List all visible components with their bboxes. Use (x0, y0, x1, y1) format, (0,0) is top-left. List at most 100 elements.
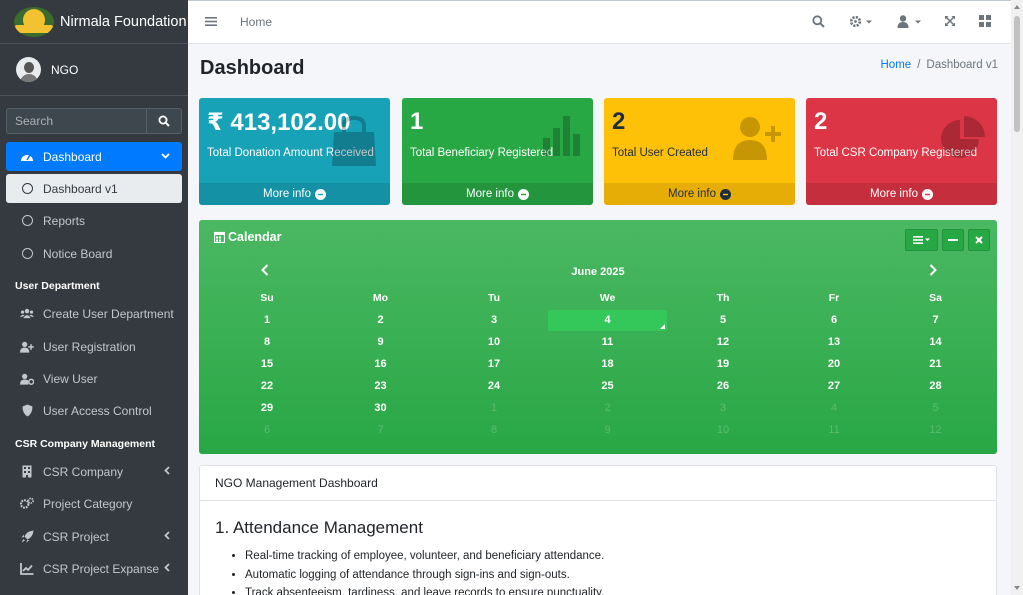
fullscreen-icon[interactable] (944, 15, 956, 30)
calendar-day[interactable]: 9 (324, 336, 437, 348)
calendar-day-outside[interactable]: 4 (782, 402, 886, 414)
search-button[interactable] (147, 108, 182, 134)
calendar-title-label: Calendar (228, 230, 282, 244)
chevron-right-icon (929, 264, 937, 276)
calendar-week-row: 15 16 17 18 19 20 21 (210, 353, 985, 375)
settings-dropdown[interactable] (849, 15, 873, 31)
weekday-label: Th (716, 292, 730, 304)
search-icon[interactable] (812, 15, 825, 31)
search-icon (158, 115, 170, 127)
calendar-day[interactable]: 20 (782, 358, 886, 370)
calendar-day[interactable]: 15 (210, 358, 324, 370)
calendar-day[interactable]: 7 (886, 314, 985, 326)
sidebar-item-notice-board[interactable]: Notice Board (6, 239, 182, 268)
calendar-day[interactable]: 25 (551, 380, 664, 392)
more-info-link[interactable]: More info (402, 183, 593, 205)
tachometer-icon (20, 151, 34, 163)
nav-header-csr: CSR Company Management (15, 438, 156, 450)
calendar-day-outside[interactable]: 7 (324, 424, 437, 436)
sidebar-item-label: User Registration (43, 339, 136, 354)
calendar-day[interactable]: 12 (664, 336, 782, 348)
stat-value: ₹ 413,102.00 (207, 109, 351, 136)
calendar-week-row: 6 7 8 9 10 11 12 (210, 419, 985, 441)
sidebar-item-user-registration[interactable]: User Registration (6, 332, 182, 361)
calendar-day-outside[interactable]: 10 (664, 424, 782, 436)
calendar-next-button[interactable] (929, 264, 937, 279)
calendar-day[interactable]: 17 (437, 358, 551, 370)
calendar-collapse-button[interactable] (942, 229, 964, 251)
calendar-menu-button[interactable] (905, 229, 938, 251)
calendar-day-outside[interactable]: 2 (551, 402, 664, 414)
sidebar-item-csr-project[interactable]: CSR Project (6, 522, 182, 551)
calendar-day[interactable]: 30 (324, 402, 437, 414)
calendar-day[interactable]: 5 (664, 314, 782, 326)
top-navbar: Home (188, 0, 1011, 44)
more-info-link[interactable]: More info (604, 183, 795, 205)
calendar-day-outside[interactable]: 6 (210, 424, 324, 436)
sidebar-item-user-access-control[interactable]: User Access Control (6, 396, 182, 425)
brand-link[interactable]: Nirmala Foundation (0, 0, 188, 44)
grid-icon[interactable] (979, 15, 991, 30)
user-dropdown[interactable] (897, 15, 922, 31)
calendar-day[interactable]: 24 (437, 380, 551, 392)
sidebar-item-label: CSR Company (43, 464, 124, 479)
calendar-day-outside[interactable]: 1 (437, 402, 551, 414)
calendar-day[interactable]: 22 (210, 380, 324, 392)
pie-chart-icon (939, 116, 985, 165)
circle-icon (21, 183, 33, 194)
calendar-day-today[interactable]: 4 (548, 309, 667, 331)
calendar-day[interactable]: 16 (324, 358, 437, 370)
calendar-day[interactable]: 10 (437, 336, 551, 348)
users-icon (20, 308, 34, 319)
calendar-day[interactable]: 13 (782, 336, 886, 348)
more-info-link[interactable]: More info (806, 183, 997, 205)
calendar-day[interactable]: 1 (210, 314, 324, 326)
calendar-day[interactable]: 26 (664, 380, 782, 392)
sidebar-item-create-user-department[interactable]: Create User Department (6, 299, 182, 328)
sidebar-item-dashboard-v1[interactable]: Dashboard v1 (6, 174, 182, 203)
calendar-day[interactable]: 6 (782, 314, 886, 326)
calendar-day[interactable]: 23 (324, 380, 437, 392)
calendar-week-row: 1234567 (210, 309, 985, 331)
calendar-day-outside[interactable]: 11 (782, 424, 886, 436)
hamburger-menu-icon[interactable] (205, 15, 217, 30)
calendar-day[interactable]: 18 (551, 358, 664, 370)
calendar-day[interactable]: 14 (886, 336, 985, 348)
breadcrumb-home-link[interactable]: Home (881, 59, 912, 71)
calendar-day[interactable]: 11 (551, 336, 664, 348)
more-info-label: More info (263, 188, 311, 200)
calendar-day[interactable]: 8 (210, 336, 324, 348)
user-panel[interactable]: NGO (0, 44, 188, 96)
calendar-day-outside[interactable]: 12 (886, 424, 985, 436)
calendar-close-button[interactable] (968, 229, 990, 251)
calendar-day[interactable]: 21 (886, 358, 985, 370)
more-info-link[interactable]: More info (199, 183, 390, 205)
list-item: Automatic logging of attendance through … (245, 566, 996, 585)
scrollbar-thumb[interactable] (1014, 16, 1020, 132)
calendar-day-outside[interactable]: 3 (664, 402, 782, 414)
page-scrollbar[interactable] (1011, 0, 1023, 595)
scroll-up-arrow-icon[interactable] (1014, 5, 1020, 9)
stat-box-donations: ₹ 413,102.00 Total Donation Amount Recei… (199, 98, 390, 205)
calendar-day-outside[interactable]: 8 (437, 424, 551, 436)
sidebar-item-dashboard[interactable]: Dashboard (6, 142, 182, 171)
stat-box-beneficiaries: 1 Total Beneficiary Registered More info (402, 98, 593, 205)
calendar-day-outside[interactable]: 9 (551, 424, 664, 436)
calendar-day[interactable]: 27 (782, 380, 886, 392)
calendar-day[interactable]: 3 (437, 314, 551, 326)
sidebar-item-reports[interactable]: Reports (6, 206, 182, 235)
sidebar-item-csr-company[interactable]: CSR Company (6, 457, 182, 486)
shopping-bag-icon (330, 115, 378, 171)
calendar-day[interactable]: 28 (886, 380, 985, 392)
calendar-day[interactable]: 19 (664, 358, 782, 370)
calendar-day[interactable]: 29 (210, 402, 324, 414)
scroll-down-arrow-icon[interactable] (1014, 586, 1020, 590)
sidebar-item-project-category[interactable]: Project Category (6, 489, 182, 518)
sidebar-item-view-user[interactable]: View User (6, 364, 182, 393)
calendar-day[interactable]: 2 (324, 314, 437, 326)
sidebar-item-csr-project-expanse[interactable]: CSR Project Expanse (6, 554, 182, 583)
search-input[interactable] (6, 108, 147, 134)
ngo-management-card: NGO Management Dashboard 1. Attendance M… (199, 465, 997, 595)
topbar-home-link[interactable]: Home (240, 15, 272, 29)
calendar-day-outside[interactable]: 5 (886, 402, 985, 414)
